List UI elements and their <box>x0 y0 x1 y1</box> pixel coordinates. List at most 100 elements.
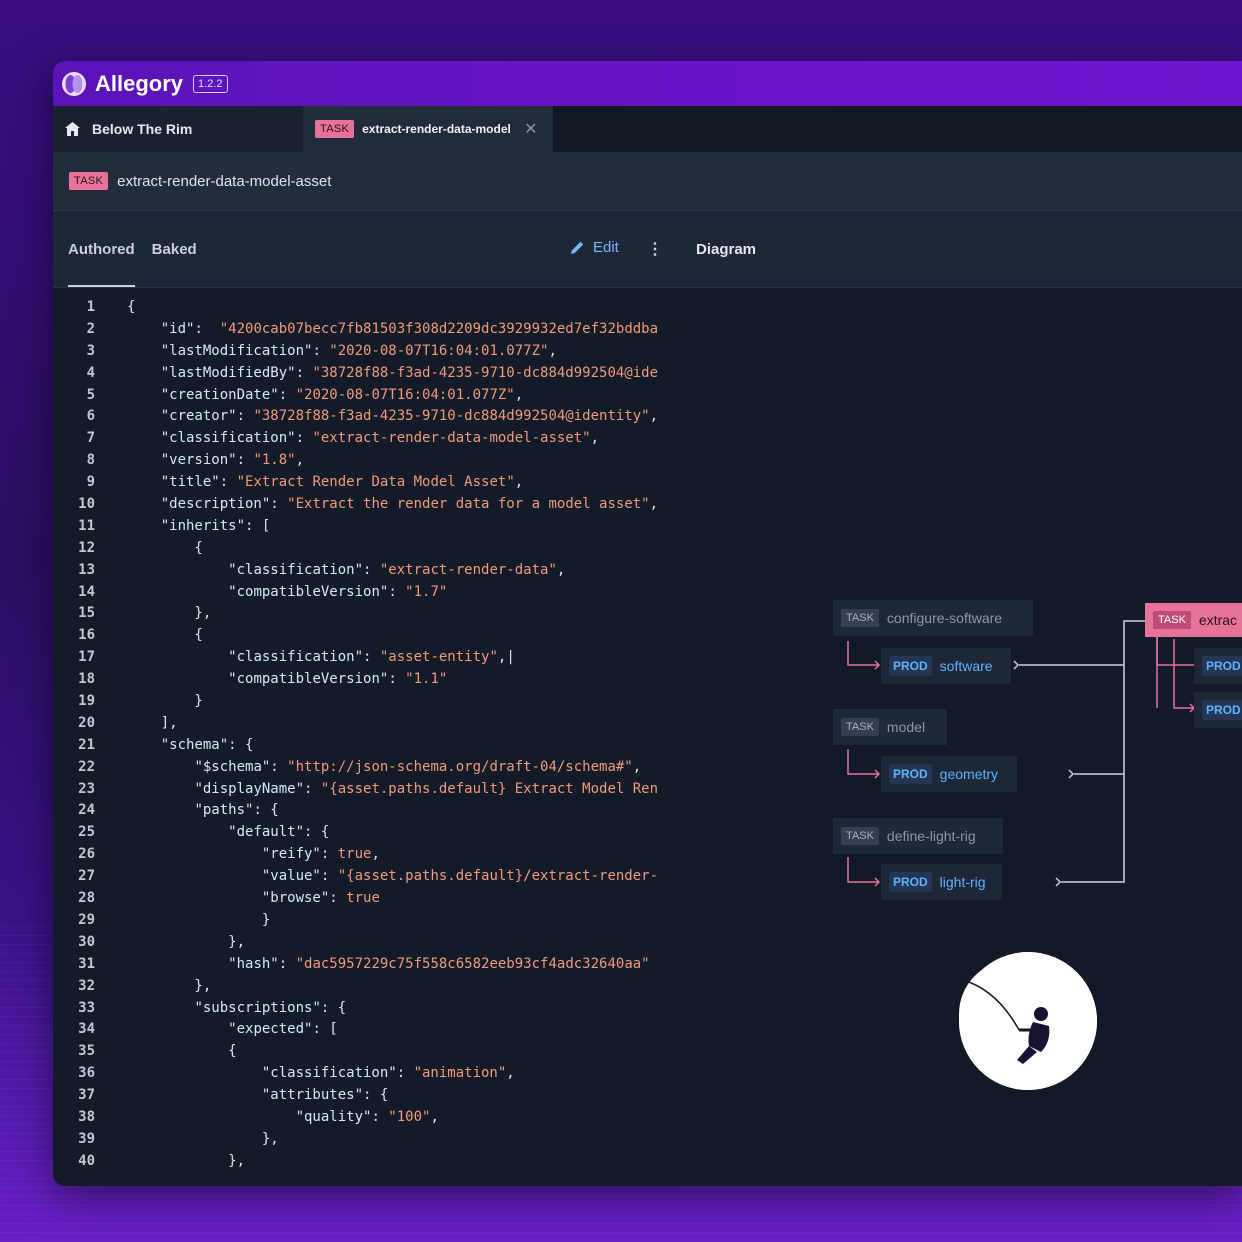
task-node-active[interactable]: TASK extrac <box>1145 603 1242 637</box>
prod-badge: PROD <box>889 656 932 676</box>
task-badge: TASK <box>69 172 109 190</box>
tab-baked[interactable]: Baked <box>152 211 197 287</box>
line-content: }, <box>127 1130 279 1147</box>
line-content: "lastModification": "2020-08-07T16:04:01… <box>160 342 557 359</box>
code-line: 15 }, <box>53 603 679 625</box>
prod-node-output-2[interactable]: PROD <box>1194 692 1242 728</box>
line-number: 18 <box>78 671 95 688</box>
line-content: "classification": "extract-render-data-m… <box>160 430 600 447</box>
code-line: 21 "schema": { <box>53 735 679 757</box>
edit-label: Edit <box>593 239 619 256</box>
code-line: 26 "reify": true, <box>53 844 679 866</box>
line-content: } <box>127 693 203 710</box>
prod-node-software[interactable]: PROD software <box>881 648 1011 684</box>
tab-home[interactable]: Below The Rim <box>53 106 303 152</box>
line-number: 28 <box>78 890 95 907</box>
code-line: 7 "classification": "extract-render-data… <box>53 428 679 450</box>
close-icon[interactable]: ✕ <box>524 119 537 139</box>
code-line: 13 "classification": "extract-render-dat… <box>53 560 679 582</box>
tab-task[interactable]: TASK extract-render-data-model ✕ <box>303 106 553 152</box>
line-content: "$schema": "http://json-schema.org/draft… <box>194 758 642 775</box>
line-number: 1 <box>86 299 95 315</box>
code-line: 34 "expected": [ <box>53 1019 679 1041</box>
line-number: 25 <box>78 824 95 841</box>
code-line: 14 "compatibleVersion": "1.7" <box>53 582 679 604</box>
code-line: 37 "attributes": { <box>53 1085 679 1107</box>
line-number: 16 <box>78 627 95 644</box>
code-line: 22 "$schema": "http://json-schema.org/dr… <box>53 757 679 779</box>
prod-badge: PROD <box>1202 700 1242 720</box>
line-content: }, <box>127 605 212 622</box>
line-number: 14 <box>78 583 95 600</box>
code-line: 4 "lastModifiedBy": "38728f88-f3ad-4235-… <box>53 363 679 385</box>
line-number: 21 <box>78 736 95 753</box>
line-content: { <box>127 539 203 556</box>
line-content: "paths": { <box>194 802 279 819</box>
line-content: "value": "{asset.paths.default}/extract-… <box>261 868 659 885</box>
task-badge: TASK <box>841 827 879 845</box>
line-number: 31 <box>78 955 95 972</box>
tab-authored[interactable]: Authored <box>68 211 135 287</box>
line-content: "hash": "dac5957229c75f558c6582eeb93cf4a… <box>228 955 650 972</box>
task-node-label: configure-software <box>886 610 1003 626</box>
code-line: 17 "classification": "asset-entity",| <box>53 647 679 669</box>
line-number: 24 <box>78 802 95 819</box>
version-badge: 1.2.2 <box>193 74 228 93</box>
home-icon <box>65 122 80 136</box>
prod-node-geometry[interactable]: PROD geometry <box>881 756 1017 792</box>
line-number: 36 <box>78 1065 95 1082</box>
task-node-define-light-rig[interactable]: TASK define-light-rig <box>833 818 1003 854</box>
tab-bar: Below The Rim TASK extract-render-data-m… <box>53 106 1242 152</box>
prod-node-light-rig[interactable]: PROD light-rig <box>881 864 1002 900</box>
line-number: 11 <box>78 517 95 534</box>
line-content: "id": "4200cab07becc7fb81503f308d2209dc3… <box>160 320 659 337</box>
line-number: 33 <box>78 999 95 1016</box>
line-content: "quality": "100", <box>295 1108 439 1125</box>
code-line: 3 "lastModification": "2020-08-07T16:04:… <box>53 341 679 363</box>
code-line: 27 "value": "{asset.paths.default}/extra… <box>53 866 679 888</box>
code-line: 40 }, <box>53 1151 679 1173</box>
line-content: }, <box>127 1152 246 1169</box>
task-node-label: extrac <box>1198 612 1238 628</box>
code-line: 25 "default": { <box>53 822 679 844</box>
studio-logo-moon <box>959 952 1097 1090</box>
line-content: }, <box>127 977 212 994</box>
line-content: ], <box>127 714 178 731</box>
line-number: 4 <box>86 364 95 381</box>
line-number: 3 <box>86 342 95 359</box>
line-content: { <box>127 1043 237 1060</box>
line-content: "classification": "extract-render-data", <box>228 561 566 578</box>
task-node-configure-software[interactable]: TASK configure-software <box>833 600 1033 636</box>
line-content: "attributes": { <box>261 1087 389 1104</box>
line-content: "description": "Extract the render data … <box>160 496 659 513</box>
line-content: "subscriptions": { <box>194 999 347 1016</box>
pencil-icon <box>571 241 584 254</box>
line-content: "compatibleVersion": "1.7" <box>228 583 448 600</box>
line-number: 32 <box>78 977 95 994</box>
line-content: "inherits": [ <box>160 517 271 534</box>
line-number: 35 <box>78 1043 95 1060</box>
line-number: 2 <box>86 320 95 337</box>
line-number: 7 <box>86 430 95 447</box>
line-content: "compatibleVersion": "1.1" <box>228 671 448 688</box>
line-content: } <box>127 911 271 928</box>
edit-button[interactable]: Edit <box>570 239 619 256</box>
line-number: 19 <box>78 693 95 710</box>
code-line: 38 "quality": "100", <box>53 1107 679 1129</box>
line-number: 9 <box>86 474 95 491</box>
line-content: "expected": [ <box>228 1021 338 1038</box>
prod-node-output-1[interactable]: PROD <box>1194 648 1242 684</box>
line-number: 10 <box>78 496 95 513</box>
line-content: "creationDate": "2020-08-07T16:04:01.077… <box>160 386 524 403</box>
code-line: 5 "creationDate": "2020-08-07T16:04:01.0… <box>53 385 679 407</box>
code-line: 2 "id": "4200cab07becc7fb81503f308d2209d… <box>53 319 679 341</box>
code-line: 28 "browse": true <box>53 888 679 910</box>
code-line: 30 }, <box>53 932 679 954</box>
code-editor[interactable]: 1 {2 "id": "4200cab07becc7fb81503f308d220… <box>53 297 679 1186</box>
code-line: 19 } <box>53 691 679 713</box>
task-node-model[interactable]: TASK model <box>833 709 947 745</box>
prod-badge: PROD <box>889 872 932 892</box>
code-line: 31 "hash": "dac5957229c75f558c6582eeb93c… <box>53 954 679 976</box>
more-options-icon[interactable]: ⋮ <box>647 239 663 259</box>
line-number: 5 <box>86 386 95 403</box>
